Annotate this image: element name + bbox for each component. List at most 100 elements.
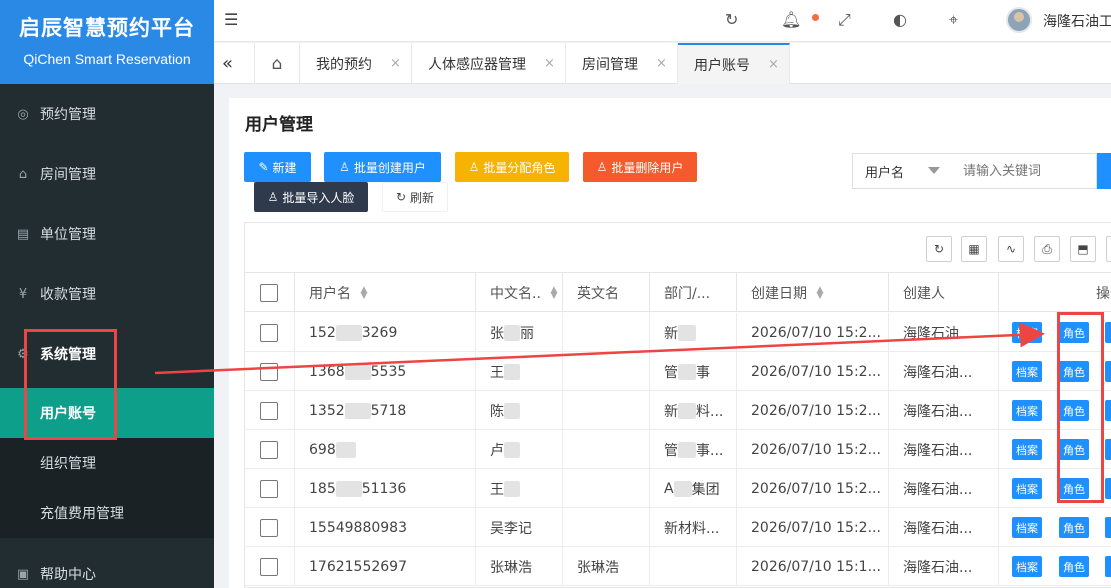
search-button[interactable]: [1097, 153, 1111, 189]
table-row[interactable]: 698 卢管事... 2026/07/10 15:2... 海隆石油... 档案 角色: [245, 430, 1111, 469]
row-checkbox[interactable]: [260, 558, 278, 576]
more-button[interactable]: [1105, 478, 1111, 499]
creator-text: 海隆石油...: [903, 481, 973, 498]
row-select-cell: [245, 508, 295, 547]
close-icon[interactable]: ×: [768, 57, 779, 72]
row-checkbox[interactable]: [260, 441, 278, 459]
more-button[interactable]: [1105, 556, 1111, 577]
main-content: 用户管理 ✎ 新建 ♙ 批量创建用户 ♙ 批量分配角色 ♙ 批量删除用户 ♙ 批量导入人脸…: [229, 98, 1111, 588]
more-button[interactable]: [1105, 400, 1111, 421]
sidebar-item-payments[interactable]: ¥ 收款管理: [0, 264, 214, 324]
pencil-icon: ✎: [258, 160, 269, 174]
sort-icon[interactable]: ▲ ▼: [815, 285, 825, 300]
table-row[interactable]: 1352 5718 陈 新 料... 2026/07/10 15:2... 海隆石油... 档…: [245, 391, 1111, 430]
collapse-tabs-icon[interactable]: «: [222, 53, 233, 74]
cell-creator: 海隆石油...: [889, 313, 999, 352]
redacted-blur: [504, 324, 520, 341]
select-all-checkbox[interactable]: [260, 284, 278, 302]
row-checkbox[interactable]: [260, 480, 278, 498]
refresh-button[interactable]: ↻ 刷新: [382, 182, 448, 212]
sort-icon[interactable]: ▲ ▼: [549, 285, 559, 300]
redacted-blur: [504, 363, 520, 380]
sidebar-subitem-organization[interactable]: 组织管理: [0, 438, 214, 488]
sort-icon[interactable]: ▲ ▼: [359, 285, 369, 300]
cell-creator: 海隆石油...: [889, 547, 999, 586]
username-text-tail: 5718: [370, 402, 407, 419]
row-checkbox[interactable]: [260, 402, 278, 420]
cell-department: 新 料...: [650, 391, 737, 430]
menu-icon[interactable]: ☰: [224, 10, 238, 29]
username[interactable]: 海隆石油工: [1043, 11, 1111, 31]
refresh-icon[interactable]: ↻: [926, 236, 952, 262]
close-icon[interactable]: ×: [544, 56, 555, 71]
sidebar-subitem-label: 组织管理: [40, 456, 96, 472]
batch-import-faces-button[interactable]: ♙ 批量导入人脸: [254, 182, 368, 212]
sidebar-item-reservation[interactable]: ◎ 预约管理: [0, 84, 214, 144]
palette-icon[interactable]: ◐: [893, 10, 907, 29]
bell-icon[interactable]: 🔔︎: [781, 10, 801, 29]
row-checkbox[interactable]: [260, 363, 278, 381]
search-input[interactable]: [950, 153, 1097, 189]
table-row[interactable]: 185 51136 王 A 集团 2026/07/10 15:2... 海隆石油... 档案角…: [245, 469, 1111, 508]
import-icon[interactable]: ▲: [1106, 236, 1111, 262]
batch-delete-users-button[interactable]: ♙ 批量删除用户: [583, 152, 697, 182]
role-button[interactable]: 角色: [1059, 517, 1089, 538]
row-checkbox[interactable]: [260, 324, 278, 342]
tab-body-sensors[interactable]: 人体感应器管理 ×: [412, 43, 566, 84]
export-icon[interactable]: ⬒: [1070, 236, 1096, 262]
column-created-date[interactable]: 创建日期 ▲ ▼: [737, 273, 889, 312]
table-row[interactable]: 1368 5535 王管事 2026/07/10 15:2... 海隆石油... 档案 角色: [245, 352, 1111, 391]
table-row[interactable]: 17621552697 张琳浩 张琳浩 2026/07/10 15:1... 海隆石油.…: [245, 547, 1111, 586]
sidebar-subitem-recharge[interactable]: 充值费用管理: [0, 488, 214, 538]
close-icon[interactable]: ×: [656, 56, 667, 71]
table-row[interactable]: 152 3269 张丽新 2026/07/10 15:2... 海隆石油... 档案 角色: [245, 313, 1111, 352]
profile-button[interactable]: 档案: [1012, 517, 1042, 538]
more-button[interactable]: [1105, 322, 1111, 343]
search-field-select[interactable]: 用户名: [852, 153, 951, 189]
department-tail: 事...: [696, 442, 724, 459]
more-button[interactable]: [1105, 517, 1111, 538]
avatar[interactable]: [1006, 7, 1032, 33]
columns-icon[interactable]: ▦: [961, 236, 987, 262]
close-icon[interactable]: ×: [390, 56, 401, 71]
profile-button[interactable]: 档案: [1012, 439, 1042, 460]
home-tab-icon[interactable]: ⌂: [254, 43, 300, 84]
creator-text: 海隆石油...: [903, 559, 973, 576]
more-button[interactable]: [1105, 439, 1111, 460]
refresh-icon[interactable]: ↻: [725, 10, 738, 29]
more-button[interactable]: [1105, 361, 1111, 382]
tag-icon[interactable]: ⌖: [949, 10, 958, 30]
fullscreen-icon[interactable]: ⤢: [838, 10, 851, 30]
profile-button[interactable]: 档案: [1012, 361, 1042, 382]
chinese-name-text: 张: [490, 325, 504, 342]
batch-create-users-button[interactable]: ♙ 批量创建用户: [324, 152, 441, 182]
column-chinese-name[interactable]: 中文名.. ▲ ▼: [476, 273, 563, 312]
new-button[interactable]: ✎ 新建: [244, 152, 311, 182]
column-english-name: 英文名: [563, 273, 650, 312]
batch-assign-role-button[interactable]: ♙ 批量分配角色: [455, 152, 569, 182]
tab-my-reservations[interactable]: 我的预约 ×: [300, 43, 412, 84]
sidebar-item-help[interactable]: ▣ 帮助中心: [0, 544, 214, 588]
sidebar-subitem-label: 充值费用管理: [40, 506, 124, 522]
print-icon[interactable]: ⎙: [1034, 236, 1060, 262]
column-label: 创建日期: [751, 285, 807, 302]
tab-room-management[interactable]: 房间管理 ×: [566, 43, 678, 84]
cell-created-date: 2026/07/10 15:2...: [737, 508, 889, 547]
batch-assign-label: 批量分配角色: [483, 160, 556, 175]
sidebar-item-units[interactable]: ▤ 单位管理: [0, 204, 214, 264]
redacted-blur: [678, 441, 696, 458]
column-username[interactable]: 用户名 ▲ ▼: [295, 273, 476, 312]
table-row[interactable]: 15549880983 吴李记 新材料... 2026/07/10 15:2... 海隆…: [245, 508, 1111, 547]
profile-button[interactable]: 档案: [1012, 478, 1042, 499]
activity-icon[interactable]: ∿: [998, 236, 1024, 262]
cell-created-date: 2026/07/10 15:2...: [737, 430, 889, 469]
username-text: 698: [309, 441, 336, 458]
tab-user-accounts[interactable]: 用户账号 ×: [678, 43, 790, 84]
row-checkbox[interactable]: [260, 519, 278, 537]
role-button[interactable]: 角色: [1059, 556, 1089, 577]
profile-button[interactable]: 档案: [1012, 322, 1042, 343]
profile-button[interactable]: 档案: [1012, 556, 1042, 577]
sidebar-item-rooms[interactable]: ⌂ 房间管理: [0, 144, 214, 204]
sidebar-item-label: 帮助中心: [40, 567, 96, 583]
profile-button[interactable]: 档案: [1012, 400, 1042, 421]
